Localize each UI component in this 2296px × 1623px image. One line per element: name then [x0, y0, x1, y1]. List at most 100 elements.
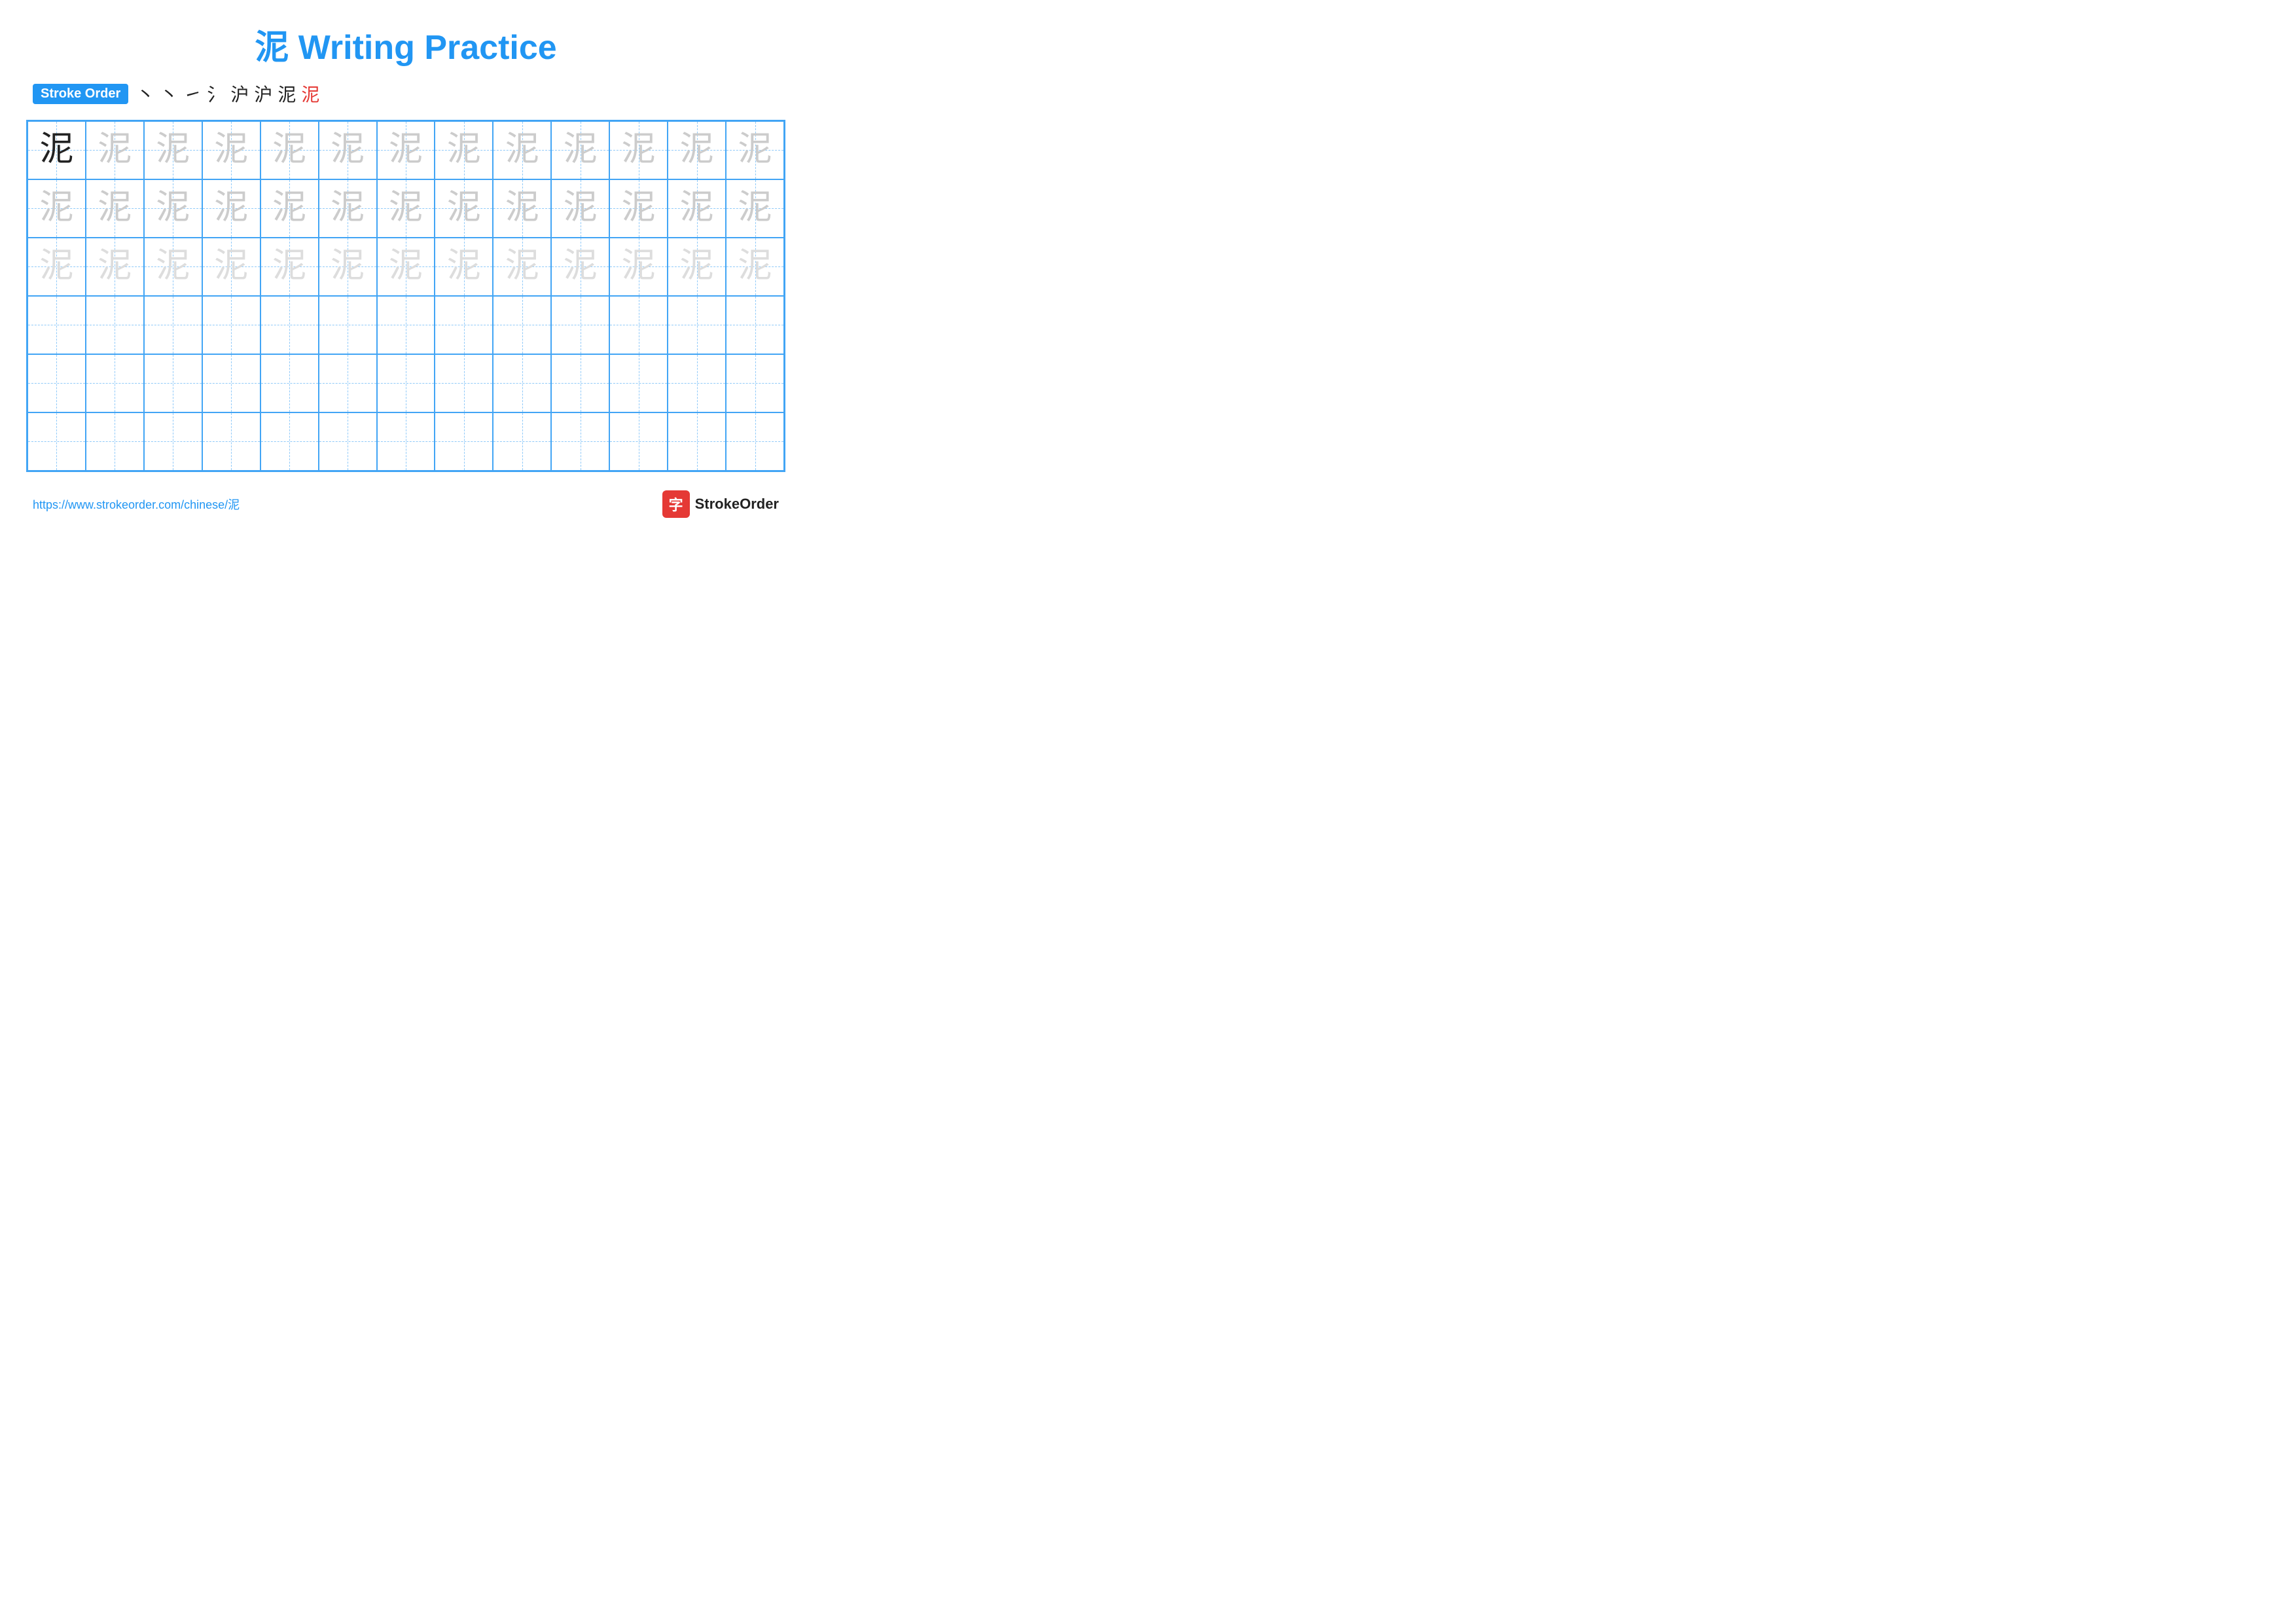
- grid-cell[interactable]: 泥: [435, 179, 493, 238]
- stroke-step-6: 沪: [254, 81, 272, 107]
- grid-cell[interactable]: [86, 354, 144, 412]
- grid-cell[interactable]: 泥: [86, 121, 144, 179]
- grid-cell[interactable]: [377, 296, 435, 354]
- cell-char: 泥: [564, 249, 598, 283]
- grid-cell[interactable]: 泥: [668, 121, 726, 179]
- grid-row-3: [27, 296, 784, 354]
- grid-cell[interactable]: 泥: [144, 121, 202, 179]
- grid-cell[interactable]: 泥: [27, 121, 86, 179]
- grid-cell[interactable]: 泥: [609, 179, 668, 238]
- stroke-step-5: 沪: [230, 81, 249, 107]
- grid-cell[interactable]: [144, 354, 202, 412]
- grid-cell[interactable]: [27, 296, 86, 354]
- cell-char: 泥: [738, 191, 772, 225]
- grid-cell[interactable]: 泥: [551, 121, 609, 179]
- grid-cell[interactable]: 泥: [260, 238, 319, 296]
- grid-cell[interactable]: 泥: [435, 238, 493, 296]
- grid-cell[interactable]: [86, 412, 144, 471]
- grid-cell[interactable]: [551, 354, 609, 412]
- grid-cell[interactable]: [435, 296, 493, 354]
- grid-cell[interactable]: [202, 296, 260, 354]
- grid-cell[interactable]: [86, 296, 144, 354]
- grid-cell[interactable]: 泥: [202, 238, 260, 296]
- grid-cell[interactable]: [551, 296, 609, 354]
- grid-cell[interactable]: 泥: [668, 179, 726, 238]
- grid-cell[interactable]: [144, 296, 202, 354]
- grid-cell[interactable]: [668, 296, 726, 354]
- grid-cell[interactable]: [377, 412, 435, 471]
- grid-cell[interactable]: 泥: [668, 238, 726, 296]
- stroke-step-7: 泥: [278, 81, 296, 107]
- grid-cell[interactable]: 泥: [609, 238, 668, 296]
- grid-cell[interactable]: 泥: [260, 121, 319, 179]
- grid-cell[interactable]: 泥: [377, 238, 435, 296]
- grid-cell[interactable]: 泥: [493, 121, 551, 179]
- grid-cell[interactable]: [202, 354, 260, 412]
- grid-cell[interactable]: [726, 296, 784, 354]
- grid-cell[interactable]: [202, 412, 260, 471]
- grid-cell[interactable]: 泥: [726, 238, 784, 296]
- practice-grid: 泥泥泥泥泥泥泥泥泥泥泥泥泥泥泥泥泥泥泥泥泥泥泥泥泥泥泥泥泥泥泥泥泥泥泥泥泥泥泥: [26, 120, 785, 472]
- grid-cell[interactable]: [435, 354, 493, 412]
- page-title: 泥 Writing Practice: [26, 20, 785, 69]
- grid-cell[interactable]: [726, 412, 784, 471]
- grid-cell[interactable]: 泥: [202, 121, 260, 179]
- grid-cell[interactable]: 泥: [551, 179, 609, 238]
- grid-cell[interactable]: [260, 412, 319, 471]
- grid-cell[interactable]: 泥: [377, 121, 435, 179]
- grid-cell[interactable]: 泥: [27, 238, 86, 296]
- grid-cell[interactable]: 泥: [319, 121, 377, 179]
- grid-cell[interactable]: [377, 354, 435, 412]
- grid-cell[interactable]: [609, 412, 668, 471]
- cell-char: 泥: [447, 191, 481, 225]
- cell-char: 泥: [214, 191, 248, 225]
- cell-char: 泥: [447, 133, 481, 167]
- grid-cell[interactable]: [551, 412, 609, 471]
- grid-cell[interactable]: [144, 412, 202, 471]
- grid-cell[interactable]: [319, 296, 377, 354]
- grid-cell[interactable]: [726, 354, 784, 412]
- cell-char: 泥: [505, 191, 539, 225]
- footer: https://www.strokeorder.com/chinese/泥 字 …: [26, 490, 785, 518]
- grid-cell[interactable]: [319, 354, 377, 412]
- stroke-order-row: Stroke Order 丶 丶 ㇀ 氵 沪 沪 泥 泥: [26, 81, 785, 107]
- grid-cell[interactable]: [260, 354, 319, 412]
- grid-cell[interactable]: [260, 296, 319, 354]
- grid-cell[interactable]: 泥: [27, 179, 86, 238]
- grid-cell[interactable]: [319, 412, 377, 471]
- stroke-order-badge: Stroke Order: [33, 84, 128, 104]
- grid-cell[interactable]: [668, 412, 726, 471]
- grid-cell[interactable]: [493, 354, 551, 412]
- grid-cell[interactable]: 泥: [319, 238, 377, 296]
- grid-cell[interactable]: 泥: [493, 238, 551, 296]
- grid-cell[interactable]: 泥: [726, 121, 784, 179]
- grid-cell[interactable]: 泥: [319, 179, 377, 238]
- cell-char: 泥: [622, 133, 656, 167]
- grid-cell[interactable]: [609, 354, 668, 412]
- grid-cell[interactable]: 泥: [144, 238, 202, 296]
- cell-char: 泥: [738, 133, 772, 167]
- grid-cell[interactable]: 泥: [86, 179, 144, 238]
- grid-cell[interactable]: [435, 412, 493, 471]
- grid-cell[interactable]: [609, 296, 668, 354]
- grid-cell[interactable]: 泥: [260, 179, 319, 238]
- grid-cell[interactable]: 泥: [377, 179, 435, 238]
- grid-cell[interactable]: [493, 412, 551, 471]
- grid-cell[interactable]: [493, 296, 551, 354]
- grid-cell[interactable]: 泥: [202, 179, 260, 238]
- grid-cell[interactable]: 泥: [609, 121, 668, 179]
- stroke-step-1: 丶: [136, 81, 154, 107]
- grid-cell[interactable]: 泥: [435, 121, 493, 179]
- grid-cell[interactable]: [27, 354, 86, 412]
- footer-logo-text: StrokeOrder: [695, 496, 779, 513]
- grid-cell[interactable]: 泥: [86, 238, 144, 296]
- grid-cell[interactable]: 泥: [726, 179, 784, 238]
- grid-cell[interactable]: [27, 412, 86, 471]
- cell-char: 泥: [272, 191, 306, 225]
- cell-char: 泥: [272, 133, 306, 167]
- grid-cell[interactable]: [668, 354, 726, 412]
- grid-cell[interactable]: 泥: [144, 179, 202, 238]
- grid-cell[interactable]: 泥: [493, 179, 551, 238]
- grid-cell[interactable]: 泥: [551, 238, 609, 296]
- footer-url[interactable]: https://www.strokeorder.com/chinese/泥: [33, 496, 240, 513]
